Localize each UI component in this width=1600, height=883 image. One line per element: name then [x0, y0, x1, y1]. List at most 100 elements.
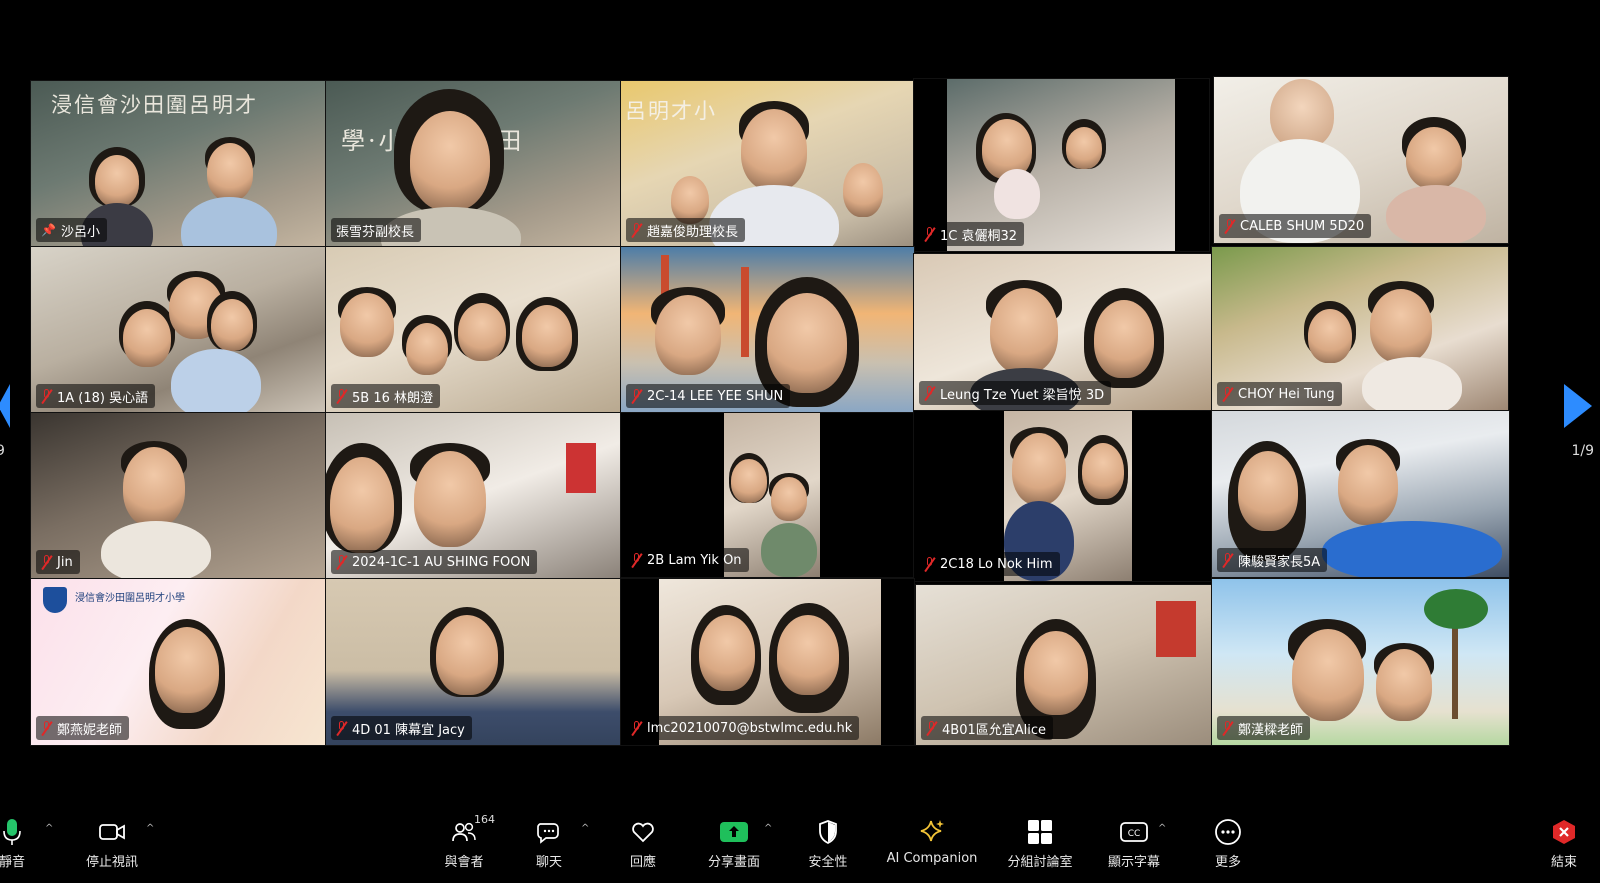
chevron-right-icon	[1564, 384, 1592, 428]
video-tile[interactable]: 5B 16 林朗澄	[325, 246, 622, 414]
video-tile[interactable]: 浸信會沙田圍呂明才小學 鄭燕妮老師	[30, 578, 327, 746]
participant-name: 1C 袁儷桐32	[940, 228, 1018, 244]
mic-muted-icon	[924, 556, 935, 572]
reactions-label: 回應	[629, 855, 656, 870]
participant-name: 1A (18) 吳心語	[57, 390, 149, 406]
participant-name: 鄭漢樑老師	[1238, 722, 1304, 738]
participant-name: 鄭燕妮老師	[57, 722, 123, 738]
video-options-caret[interactable]: ^	[146, 823, 154, 834]
mic-muted-icon	[336, 720, 347, 736]
participant-name: 2B Lam Yik On	[647, 552, 742, 568]
video-tile[interactable]: 2C18 Lo Nok Him	[913, 410, 1212, 582]
more-button[interactable]: 更多	[1208, 815, 1248, 870]
captions-options-caret[interactable]: ^	[1158, 823, 1166, 834]
microphone-icon	[1, 815, 23, 849]
participant-name-tag: 2C-14 LEE YEE SHUN	[626, 384, 791, 408]
mute-button[interactable]: 靜音	[0, 815, 30, 870]
video-tile[interactable]: 4D 01 陳幕宜 Jacy	[325, 578, 622, 746]
participant-name: 5B 16 林朗澄	[352, 390, 433, 406]
breakout-rooms-button[interactable]: 分組討論室	[1004, 815, 1076, 870]
participant-name: 2024-1C-1 AU SHING FOON	[352, 554, 531, 570]
chevron-left-icon	[0, 384, 10, 428]
heart-icon	[629, 815, 657, 849]
mic-muted-icon	[41, 554, 52, 570]
mic-muted-icon	[1222, 720, 1233, 736]
video-tile[interactable]: 1A (18) 吳心語	[30, 246, 327, 414]
participant-name-tag: 📌 沙呂小	[36, 218, 107, 242]
end-meeting-button[interactable]: 結束	[1544, 815, 1584, 870]
participant-name: 2C18 Lo Nok Him	[940, 556, 1053, 572]
share-screen-label: 分享畫面	[707, 855, 760, 870]
next-page-button[interactable]: 1/9	[1560, 380, 1600, 460]
chat-button[interactable]: 聊天	[524, 815, 574, 870]
video-camera-icon	[98, 815, 126, 849]
grid-icon	[1027, 815, 1053, 849]
share-options-caret[interactable]: ^	[764, 823, 772, 834]
mic-muted-icon	[631, 222, 642, 238]
mic-muted-icon	[924, 385, 935, 401]
video-tile[interactable]: 2C-14 LEE YEE SHUN	[620, 246, 915, 414]
closed-captions-icon: CC	[1120, 815, 1148, 849]
ai-companion-button[interactable]: AI Companion	[884, 815, 980, 866]
end-label: 結束	[1550, 855, 1577, 870]
participant-name-tag: 4B01區允宜Alice	[921, 716, 1053, 740]
participant-name: CALEB SHUM 5D20	[1240, 218, 1365, 234]
video-tile[interactable]: 2B Lam Yik On	[620, 412, 915, 578]
video-tile[interactable]: 呂明才小 趙嘉俊助理校長	[620, 80, 915, 248]
mic-muted-icon	[1222, 552, 1233, 568]
mic-muted-icon	[631, 720, 642, 736]
participant-name-tag: CHOY Hei Tung	[1217, 382, 1342, 406]
participant-name: lmc20210070@bstwlmc.edu.hk	[647, 720, 853, 736]
school-crest	[43, 587, 67, 613]
svg-text:CC: CC	[1128, 829, 1141, 839]
participant-name: 4B01區允宜Alice	[942, 722, 1046, 738]
mic-muted-icon	[41, 720, 52, 736]
mic-muted-icon	[336, 388, 347, 404]
participant-name: CHOY Hei Tung	[1238, 386, 1335, 402]
reactions-button[interactable]: 回應	[618, 815, 668, 870]
stop-video-label: 停止視訊	[85, 855, 138, 870]
captions-label: 顯示字幕	[1107, 855, 1160, 870]
participant-name: 趙嘉俊助理校長	[647, 224, 739, 240]
video-tile[interactable]: 陳駿賢家長5A	[1211, 410, 1510, 578]
participants-label: 與會者	[444, 855, 484, 870]
chat-options-caret[interactable]: ^	[581, 823, 589, 834]
participant-name-tag: 5B 16 林朗澄	[331, 384, 440, 408]
participant-name-tag: 張雪芬副校長	[331, 218, 422, 242]
mic-muted-icon	[631, 552, 642, 568]
virtual-background-title: 浸信會沙田圍呂明才小學	[75, 593, 185, 604]
participant-name: 張雪芬副校長	[336, 224, 415, 240]
audio-options-caret[interactable]: ^	[45, 823, 53, 834]
video-tile[interactable]: CHOY Hei Tung	[1211, 246, 1509, 412]
video-tile[interactable]: Jin	[30, 412, 327, 580]
mic-muted-icon	[336, 554, 347, 570]
page-indicator: 1/9	[1571, 443, 1594, 459]
video-tile[interactable]: Leung Tze Yuet 梁旨悅 3D	[913, 253, 1212, 411]
participant-name-tag: 陳駿賢家長5A	[1217, 548, 1328, 572]
mic-muted-icon	[631, 388, 642, 404]
video-tile[interactable]: 4B01區允宜Alice	[915, 584, 1212, 746]
video-tile[interactable]: 鄭漢樑老師	[1211, 578, 1510, 746]
participant-name: Leung Tze Yuet 梁旨悅 3D	[940, 387, 1105, 403]
pin-icon: 📌	[41, 223, 56, 237]
stop-video-button[interactable]: 停止視訊	[84, 815, 140, 870]
page-indicator-left: 9	[0, 443, 5, 459]
mic-muted-icon	[1224, 218, 1235, 234]
end-icon	[1550, 815, 1578, 849]
video-tile[interactable]: CALEB SHUM 5D20	[1213, 76, 1509, 244]
share-screen-button[interactable]: 分享畫面	[702, 815, 766, 870]
participant-name-tag: CALEB SHUM 5D20	[1219, 214, 1372, 238]
video-tile[interactable]: lmc20210070@bstwlmc.edu.hk	[620, 578, 915, 746]
video-tile[interactable]: 學·小學 呂圍田 張雪芬副校長	[325, 80, 622, 248]
video-tile[interactable]: 浸信會沙田圍呂明才 📌 沙呂小	[30, 80, 327, 248]
participants-count-badge: 164	[474, 813, 495, 826]
participant-name-tag: Leung Tze Yuet 梁旨悅 3D	[919, 381, 1112, 405]
participant-name-tag: 2C18 Lo Nok Him	[919, 552, 1060, 576]
mic-muted-icon	[1222, 386, 1233, 402]
more-options-icon	[1214, 815, 1242, 849]
video-tile[interactable]: 2024-1C-1 AU SHING FOON	[325, 412, 622, 580]
captions-button[interactable]: CC 顯示字幕	[1104, 815, 1164, 870]
video-tile[interactable]: 1C 袁儷桐32	[913, 78, 1210, 252]
security-button[interactable]: 安全性	[804, 815, 852, 870]
chat-bubble-icon	[536, 815, 562, 849]
